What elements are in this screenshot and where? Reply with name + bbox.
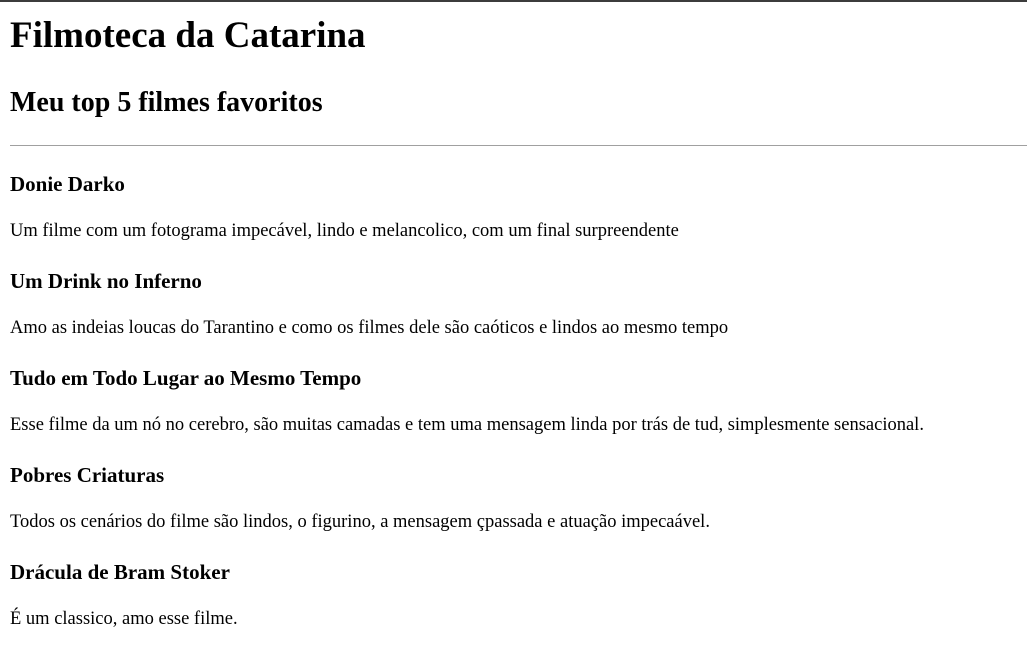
film-item: Tudo em Todo Lugar ao Mesmo Tempo Esse f…: [10, 364, 1027, 461]
film-title: Pobres Criaturas: [10, 463, 165, 487]
film-title: Tudo em Todo Lugar ao Mesmo Tempo: [10, 366, 362, 390]
film-item: Um Drink no Inferno Amo as indeias louca…: [10, 267, 1027, 364]
film-item: Drácula de Bram Stoker É um classico, am…: [10, 558, 1027, 655]
film-description: Um filme com um fotograma impecável, lin…: [10, 221, 679, 241]
film-title: Um Drink no Inferno: [10, 269, 202, 293]
film-list: Donie Darko Um filme com um fotograma im…: [10, 170, 1027, 655]
page-subtitle: Meu top 5 filmes favoritos: [10, 87, 323, 118]
film-description: É um classico, amo esse filme.: [10, 609, 238, 629]
film-description: Todos os cenários do filme são lindos, o…: [10, 512, 710, 532]
film-item: Donie Darko Um filme com um fotograma im…: [10, 170, 1027, 267]
film-title: Drácula de Bram Stoker: [10, 560, 230, 584]
page-title: Filmoteca da Catarina: [10, 15, 366, 56]
film-title: Donie Darko: [10, 172, 125, 196]
film-description: Esse filme da um nó no cerebro, são muit…: [10, 415, 924, 435]
window-top-border: [0, 0, 1027, 2]
film-item: Pobres Criaturas Todos os cenários do fi…: [10, 461, 1027, 558]
section-divider: [10, 145, 1027, 146]
film-description: Amo as indeias loucas do Tarantino e com…: [10, 318, 729, 338]
